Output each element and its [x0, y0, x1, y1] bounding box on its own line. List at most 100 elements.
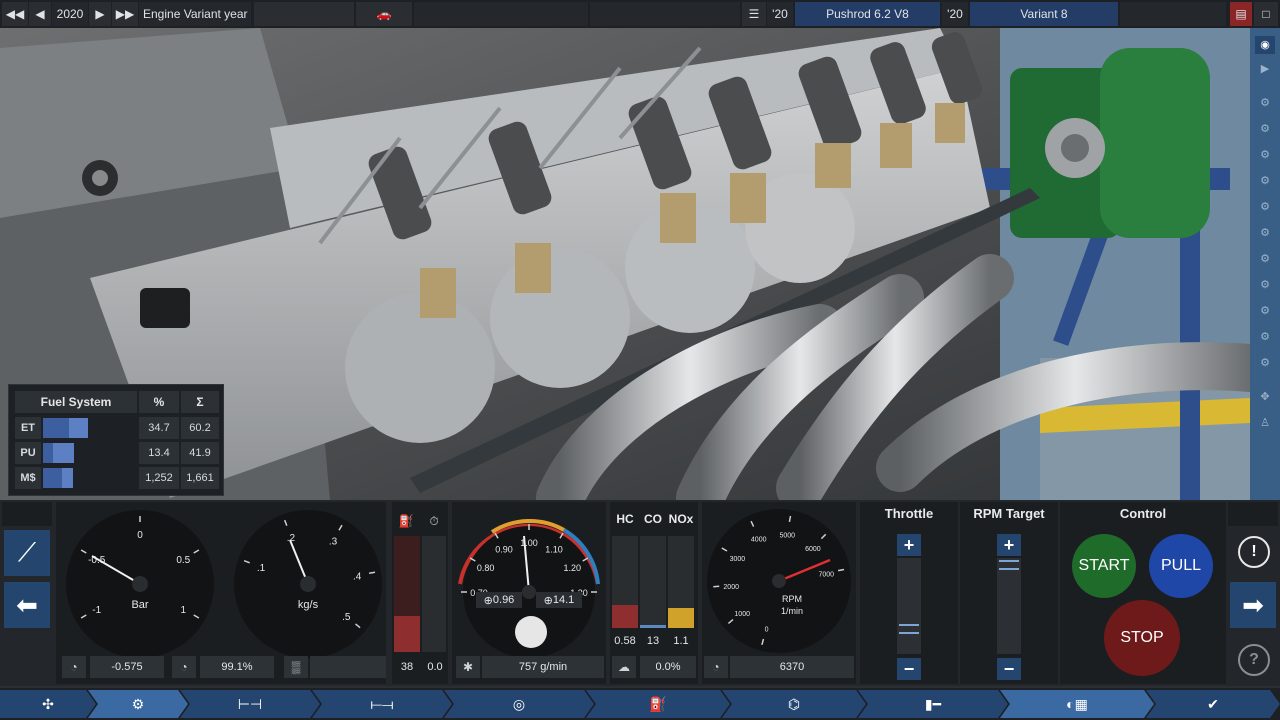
afr-left-value: ⊕ 0.96 — [476, 592, 522, 608]
rpm-target-plus-button[interactable]: + — [997, 534, 1021, 556]
airflow-value: 99.1% — [200, 656, 274, 678]
nav-done-icon[interactable]: ✔ — [1146, 690, 1280, 718]
throttle-slider[interactable] — [897, 558, 921, 654]
fuel-level-value: 38 — [394, 656, 420, 678]
bottom-nav: ✣ ⚙ ⊢⊣ ⟝⟞ ◎ ⛽ ⌬ ▮━ ◐▦ ✔ — [0, 688, 1280, 720]
airflow-tick-mark — [368, 571, 376, 574]
rewind-icon[interactable]: ◀◀ — [2, 2, 28, 26]
filter-icon[interactable]: ⚙ — [1255, 354, 1275, 372]
crank-icon[interactable]: ⚙ — [1255, 94, 1275, 112]
blank-tab — [2, 502, 52, 526]
fast-forward-icon[interactable]: ▶▶ — [112, 2, 138, 26]
fuel-row-label: ET — [15, 417, 41, 439]
injector-icon — [515, 616, 547, 648]
pull-button[interactable]: PULL — [1149, 534, 1213, 598]
back-arrow-icon[interactable]: ⬅ — [4, 582, 50, 628]
empty-field — [590, 2, 740, 26]
fuel-row-bar — [43, 468, 73, 488]
top-bar: ◀◀ ◀ 2020 ▶ ▶▶ Engine Variant year 🚗 ☰ '… — [0, 0, 1280, 28]
spray-icon: ✱ — [456, 656, 480, 678]
graph-icon[interactable]: ⟋ — [4, 530, 50, 576]
nav-engine-icon[interactable]: ✣ — [0, 690, 96, 718]
boost-tick: 0.5 — [176, 555, 190, 566]
afr-tick: 1.20 — [564, 563, 582, 573]
nav-fuel-icon[interactable]: ⛽ — [586, 690, 730, 718]
boost-tick: 0 — [137, 530, 143, 541]
fuel-row-label: M$ — [15, 467, 41, 489]
next-year-icon[interactable]: ▶ — [89, 2, 111, 26]
rod-icon[interactable]: ⚙ — [1255, 146, 1275, 164]
throttle-plus-button[interactable]: + — [897, 534, 921, 556]
fuel-col-sum: Σ — [181, 391, 219, 413]
fuel-flow-value: 0.0 — [422, 656, 448, 678]
fuel-col-pct: % — [139, 391, 179, 413]
stop-button[interactable]: STOP — [1104, 600, 1180, 676]
fuel-table-title: Fuel System — [15, 391, 137, 413]
boost-tick: -1 — [92, 605, 101, 616]
rpm-target-minus-button[interactable]: − — [997, 658, 1021, 680]
warning-icon[interactable]: ! — [1238, 536, 1270, 568]
stopwatch-icon: ⏱ — [422, 510, 446, 532]
forward-arrow-icon[interactable]: ➡ — [1230, 582, 1276, 628]
engine-family-selector[interactable]: Pushrod 6.2 V8 — [795, 2, 940, 26]
rpm-tick: 1000 — [734, 611, 750, 618]
airflow-unit: kg/s — [298, 599, 319, 611]
nav-turbo-icon[interactable]: ◎ — [444, 690, 594, 718]
fullscreen-icon[interactable]: □ — [1254, 2, 1278, 26]
empty-field — [414, 2, 588, 26]
rpm-tick: 5000 — [780, 533, 796, 540]
menu-icon[interactable]: ☰ — [742, 2, 766, 26]
afr-tick: 0.90 — [495, 545, 513, 555]
nav-cam-icon[interactable]: ⟝⟞ — [312, 690, 452, 718]
start-button[interactable]: START — [1072, 534, 1136, 598]
rpm-target-label: RPM Target — [973, 506, 1045, 521]
empty-field — [254, 2, 354, 26]
rpm-unit: RPM — [782, 594, 802, 604]
nav-dyno-icon[interactable]: ◐▦ — [1000, 690, 1154, 718]
intake-icon[interactable]: ⚙ — [1255, 250, 1275, 268]
play-icon[interactable]: ▶ — [1255, 60, 1275, 78]
rpm-tick: 6000 — [805, 546, 821, 553]
engine-variant-selector[interactable]: Variant 8 — [970, 2, 1118, 26]
blank-tab — [1228, 502, 1278, 526]
fuel-row-sum: 60.2 — [181, 417, 219, 439]
tachometer-icon: ◔ — [704, 656, 728, 678]
camera-icon[interactable]: ◉ — [1255, 36, 1275, 54]
emission-label: HC — [616, 512, 634, 526]
move-icon[interactable]: ✥ — [1255, 388, 1275, 406]
fuel-row-label: PU — [15, 442, 41, 464]
piston-icon[interactable]: ⚙ — [1255, 120, 1275, 138]
nav-exhaust-icon[interactable]: ⌬ — [722, 690, 866, 718]
boost-tick: -0.5 — [88, 555, 106, 566]
rpm-unit2: 1/min — [781, 606, 803, 616]
help-icon[interactable]: ? — [1238, 644, 1270, 676]
person-icon[interactable]: ♙ — [1255, 414, 1275, 432]
rpm-target-slider[interactable] — [997, 558, 1021, 654]
muffler-icon[interactable]: ⚙ — [1255, 328, 1275, 346]
emission-value: 0.58 — [612, 630, 638, 652]
head-icon[interactable]: ⚙ — [1255, 172, 1275, 190]
airflow-tick: .5 — [342, 612, 351, 623]
prev-year-icon[interactable]: ◀ — [29, 2, 51, 26]
fuel-level-bar — [394, 536, 420, 652]
fuel-flow-rate: 757 g/min — [482, 656, 604, 678]
year-value: 2020 — [52, 2, 88, 26]
exhaust-icon[interactable]: ⚙ — [1255, 302, 1275, 320]
fuel-icon[interactable]: ⚙ — [1255, 276, 1275, 294]
rpm-value: 6370 — [730, 656, 854, 678]
cam-icon[interactable]: ⚙ — [1255, 198, 1275, 216]
nav-block-icon[interactable]: ⚙ — [88, 690, 188, 718]
rpm-tick-mark — [713, 585, 720, 588]
nav-crank-icon[interactable]: ⊢⊣ — [180, 690, 320, 718]
emission-value: 13 — [640, 630, 666, 652]
year-label: Engine Variant year — [139, 2, 251, 26]
car-icon[interactable]: 🚗 — [356, 2, 412, 26]
afr-tick: 0.80 — [477, 563, 495, 573]
control-label: Control — [1119, 506, 1167, 521]
afr-gauge: 0.700.800.901.001.101.201.30 — [458, 519, 600, 656]
empty-field — [1120, 2, 1226, 26]
exit-icon[interactable]: ▤ — [1230, 2, 1252, 26]
valve-icon[interactable]: ⚙ — [1255, 224, 1275, 242]
nav-muffler-icon[interactable]: ▮━ — [858, 690, 1008, 718]
throttle-minus-button[interactable]: − — [897, 658, 921, 680]
